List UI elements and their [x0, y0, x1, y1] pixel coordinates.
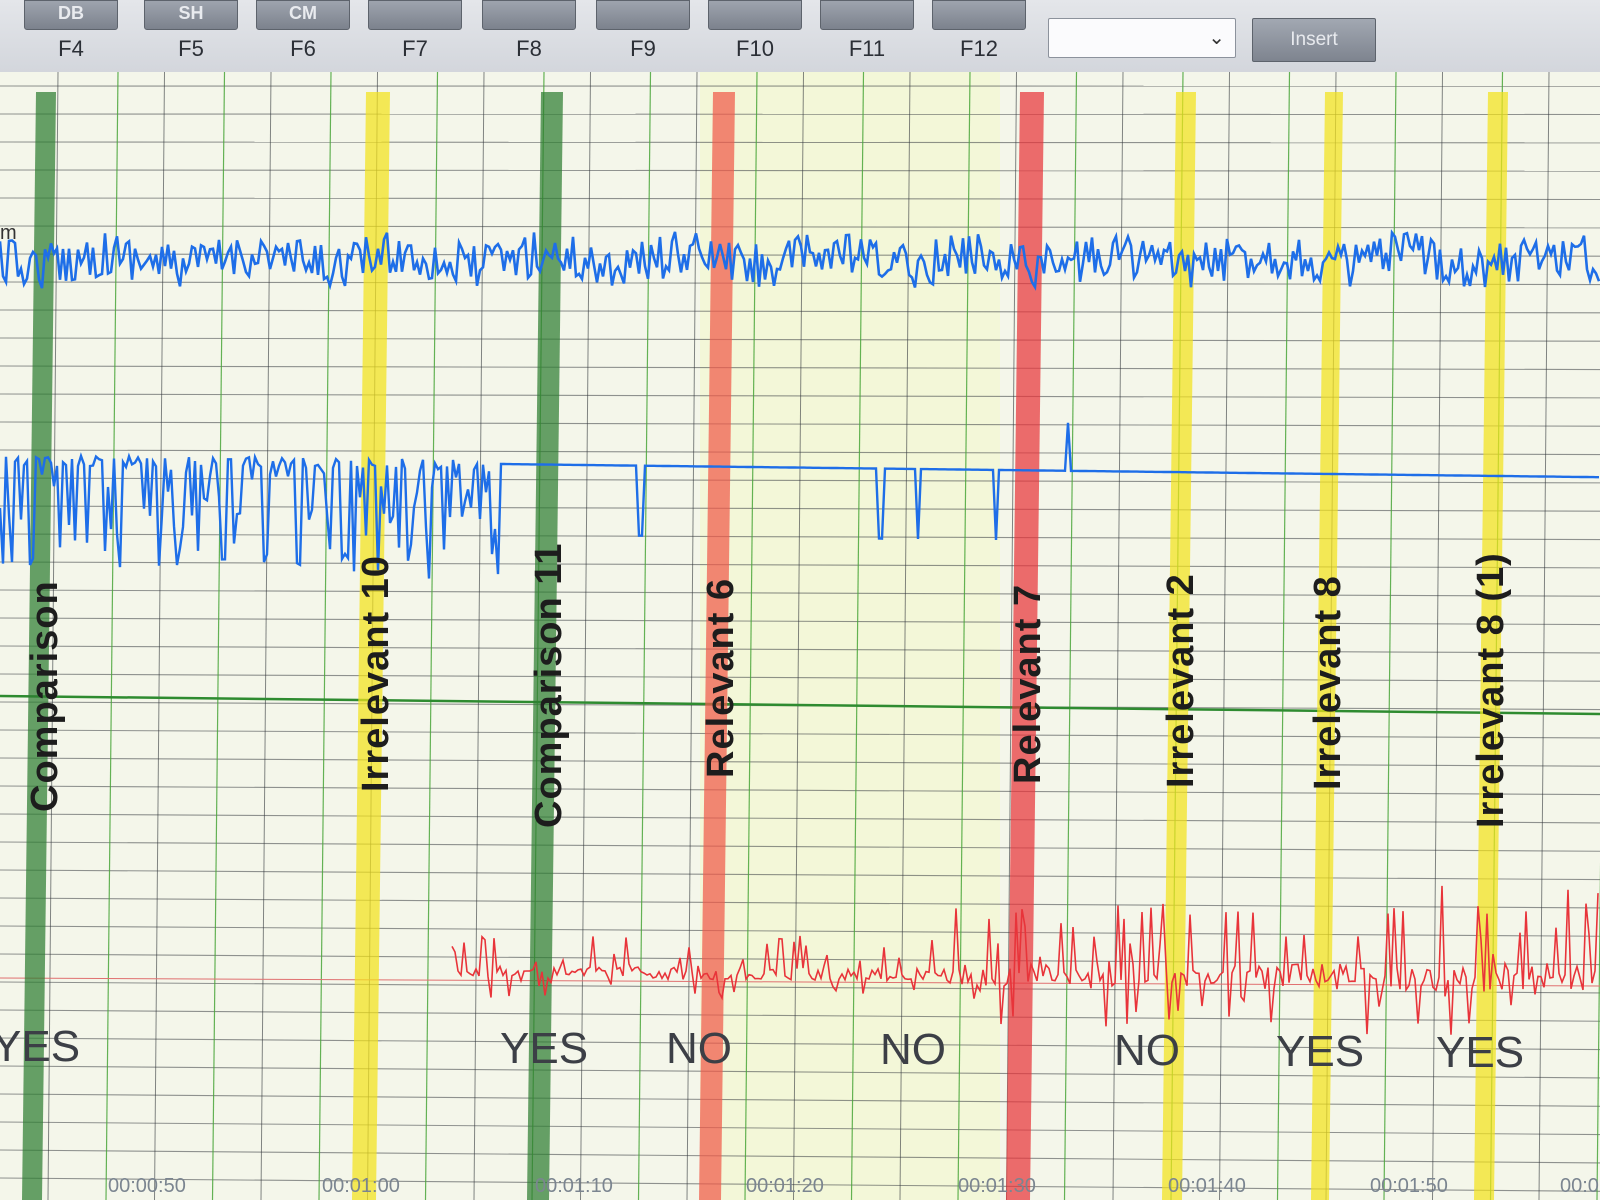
marker-label[interactable]: Irrelevant 8	[1307, 575, 1350, 790]
fkey-label: F4	[58, 36, 84, 61]
marker-dropdown[interactable]: ⌄	[1048, 18, 1236, 58]
chevron-down-icon: ⌄	[1208, 27, 1225, 49]
marker-label[interactable]: Comparison 11	[528, 543, 571, 828]
fkey-label: F7	[402, 36, 428, 61]
polygraph-chart[interactable]: m Comparison YES Irrelevant 10 Comparison 1…	[0, 72, 1600, 1200]
answer-label: YES	[500, 1023, 589, 1073]
marker-label[interactable]: Relevant 7	[1007, 584, 1050, 784]
fkey-label: F5	[178, 36, 204, 61]
fkey-label: F8	[516, 36, 542, 61]
fkey-label: F6	[290, 36, 316, 61]
grid-line-h	[0, 113, 1600, 116]
channel-label: m	[0, 222, 17, 244]
fkey-button[interactable]	[596, 0, 690, 30]
fkey-button[interactable]	[820, 0, 914, 30]
fkey-f5[interactable]: SH F5	[144, 0, 240, 72]
fkey-f7[interactable]: F7	[368, 0, 464, 72]
fkey-button[interactable]	[932, 0, 1026, 30]
time-tick-label: 00:01:30	[958, 1175, 1036, 1197]
fkey-f11[interactable]: F11	[820, 0, 916, 72]
marker-label[interactable]: Relevant 6	[700, 578, 743, 778]
answer-label: NO	[1114, 1026, 1180, 1075]
time-tick-label: 00:00:50	[108, 1175, 186, 1197]
fkey-f12[interactable]: F12	[932, 0, 1028, 72]
fkey-f6[interactable]: CM F6	[256, 0, 352, 72]
fkey-label: F9	[630, 36, 656, 61]
fkey-button[interactable]: SH	[144, 0, 238, 30]
time-tick-label: 00:01:20	[746, 1175, 824, 1197]
fkey-button[interactable]	[708, 0, 802, 30]
time-tick-label: 00:01:50	[1370, 1175, 1448, 1197]
answer-label: NO	[880, 1025, 946, 1075]
time-tick-label: 00:01:10	[535, 1175, 613, 1197]
fkey-f9[interactable]: F9	[596, 0, 692, 72]
toolbar: DB F4 SH F5 CM F6 F7 F8 F9 F10 F11 F12 ⌄ Insert	[0, 0, 1600, 73]
answer-label: YES	[1436, 1027, 1525, 1077]
fkey-f8[interactable]: F8	[482, 0, 578, 72]
marker-label[interactable]: Irrelevant 10	[355, 555, 398, 792]
fkey-f4[interactable]: DB F4	[24, 0, 120, 72]
marker-label[interactable]: Comparison	[24, 580, 67, 812]
fkey-label: F10	[736, 36, 774, 61]
time-tick-label: 00:0	[1560, 1175, 1599, 1197]
fkey-f10[interactable]: F10	[708, 0, 804, 72]
answer-label: YES	[0, 1022, 81, 1071]
answer-label: NO	[666, 1024, 732, 1074]
time-tick-label: 00:01:00	[322, 1175, 400, 1197]
time-tick-label: 00:01:40	[1168, 1175, 1246, 1197]
answer-label: YES	[1276, 1026, 1365, 1076]
marker-label[interactable]: Irrelevant 2	[1160, 573, 1203, 788]
fkey-label: F11	[848, 36, 886, 61]
insert-button[interactable]: Insert	[1252, 18, 1376, 62]
fkey-button[interactable]	[368, 0, 462, 30]
fkey-button[interactable]: CM	[256, 0, 350, 30]
fkey-button[interactable]: DB	[24, 0, 118, 30]
fkey-label: F12	[960, 36, 998, 61]
marker-label[interactable]: Irrelevant 8 (1)	[1470, 552, 1513, 828]
fkey-button[interactable]	[482, 0, 576, 30]
